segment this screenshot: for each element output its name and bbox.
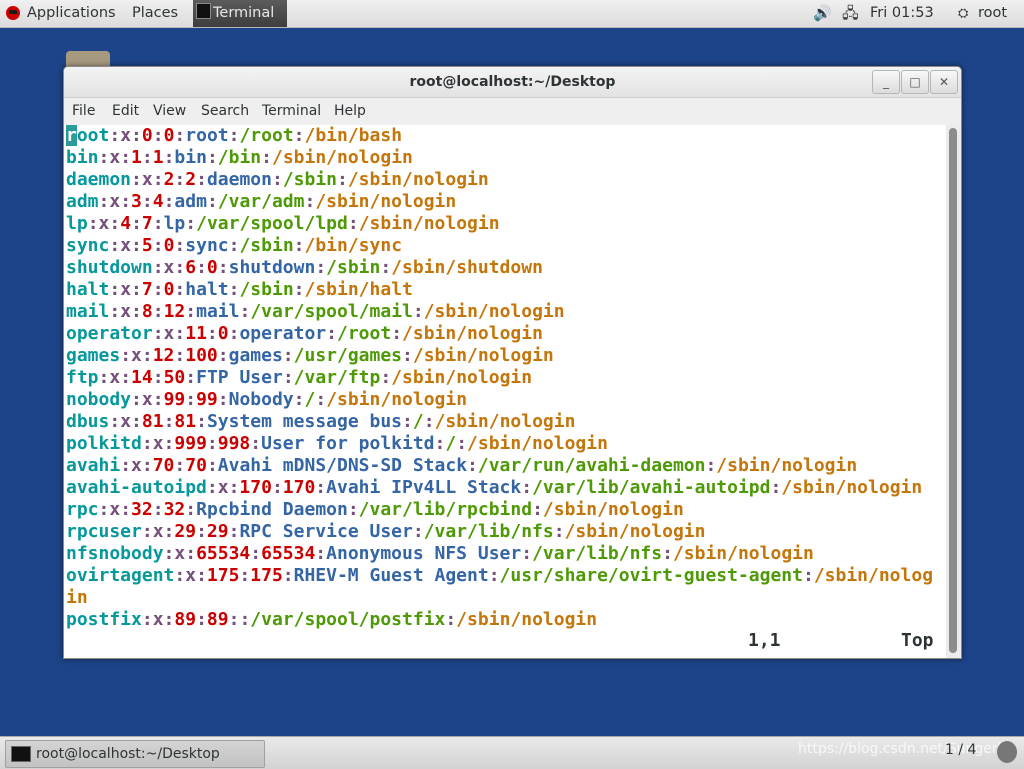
terminal-line: daemon:x:2:2:daemon:/sbin:/sbin/nologin <box>66 169 489 190</box>
terminal-line: adm:x:3:4:adm:/var/adm:/sbin/nologin <box>66 191 457 212</box>
menu-view[interactable]: View <box>153 98 186 125</box>
menu-search[interactable]: Search <box>201 98 249 125</box>
menu-bar: File Edit View Search Terminal Help <box>64 98 961 125</box>
terminal-line: polkitd:x:999:998:User for polkitd:/:/sb… <box>66 433 608 454</box>
user-menu[interactable]: root <box>978 0 1007 27</box>
window-titlebar[interactable]: root@localhost:~/Desktop _ □ ✕ <box>64 67 961 98</box>
clock[interactable]: Fri 01:53 <box>870 0 934 27</box>
window-title: root@localhost:~/Desktop <box>409 74 616 90</box>
maximize-button[interactable]: □ <box>901 70 929 94</box>
terminal-app-indicator[interactable]: Terminal <box>193 0 287 27</box>
terminal-line: dbus:x:81:81:System message bus:/:/sbin/… <box>66 411 576 432</box>
redhat-logo-icon <box>6 6 20 20</box>
terminal-line: rpc:x:32:32:Rpcbind Daemon:/var/lib/rpcb… <box>66 499 684 520</box>
menu-file[interactable]: File <box>72 98 95 125</box>
applications-menu[interactable]: Applications <box>27 0 116 27</box>
taskbar-item-label: root@localhost:~/Desktop <box>36 746 220 762</box>
terminal-window: root@localhost:~/Desktop _ □ ✕ File Edit… <box>63 66 962 659</box>
user-icon: ⛭ <box>958 6 969 21</box>
terminal-line: lp:x:4:7:lp:/var/spool/lpd:/sbin/nologin <box>66 213 500 234</box>
volume-icon[interactable]: 🔊 <box>813 0 832 27</box>
terminal-line: rpcuser:x:29:29:RPC Service User:/var/li… <box>66 521 706 542</box>
terminal-line: root:x:0:0:root:/root:/bin/bash <box>66 125 403 146</box>
taskbar-item-terminal[interactable]: root@localhost:~/Desktop <box>5 740 265 768</box>
menu-terminal[interactable]: Terminal <box>262 98 321 125</box>
minimize-button[interactable]: _ <box>872 70 900 94</box>
terminal-line: nobody:x:99:99:Nobody:/:/sbin/nologin <box>66 389 468 410</box>
terminal-line: ovirtagent:x:175:175:RHEV-M Guest Agent:… <box>66 565 934 586</box>
terminal-line: nfsnobody:x:65534:65534:Anonymous NFS Us… <box>66 543 814 564</box>
menu-help[interactable]: Help <box>334 98 366 125</box>
top-panel: Applications Places Terminal 🔊 🖧 Fri 01:… <box>0 0 1024 28</box>
terminal-line: bin:x:1:1:bin:/bin:/sbin/nologin <box>66 147 413 168</box>
network-icon[interactable]: 🖧 <box>842 0 859 27</box>
terminal-line: shutdown:x:6:0:shutdown:/sbin:/sbin/shut… <box>66 257 543 278</box>
workspace-switcher-icon[interactable] <box>997 741 1017 763</box>
terminal-line: halt:x:7:0:halt:/sbin:/sbin/halt <box>66 279 413 300</box>
terminal-output[interactable]: 1,1 Top root:x:0:0:root:/root:/bin/bash b… <box>64 125 945 658</box>
menu-edit[interactable]: Edit <box>112 98 139 125</box>
terminal-line: operator:x:11:0:operator:/root:/sbin/nol… <box>66 323 543 344</box>
terminal-line: in <box>66 587 88 608</box>
terminal-line: mail:x:8:12:mail:/var/spool/mail:/sbin/n… <box>66 301 565 322</box>
terminal-line: ftp:x:14:50:FTP User:/var/ftp:/sbin/nolo… <box>66 367 533 388</box>
terminal-icon <box>196 3 211 19</box>
close-button[interactable]: ✕ <box>930 70 958 94</box>
terminal-line: avahi-autoipd:x:170:170:Avahi IPv4LL Sta… <box>66 477 923 498</box>
scrollbar-thumb[interactable] <box>949 128 957 653</box>
terminal-line: sync:x:5:0:sync:/sbin:/bin/sync <box>66 235 403 256</box>
terminal-app-label: Terminal <box>213 5 275 21</box>
cursor-position: 1,1 <box>748 630 781 651</box>
terminal-line: avahi:x:70:70:Avahi mDNS/DNS-SD Stack:/v… <box>66 455 858 476</box>
scroll-position: Top <box>901 630 934 651</box>
scrollbar[interactable] <box>946 125 961 658</box>
terminal-line: postfix:x:89:89::/var/spool/postfix:/sbi… <box>66 609 598 630</box>
terminal-line: games:x:12:100:games:/usr/games:/sbin/no… <box>66 345 554 366</box>
places-menu[interactable]: Places <box>132 0 178 27</box>
workspace-pager[interactable]: 1 / 4 <box>945 742 976 758</box>
terminal-icon <box>11 746 31 762</box>
